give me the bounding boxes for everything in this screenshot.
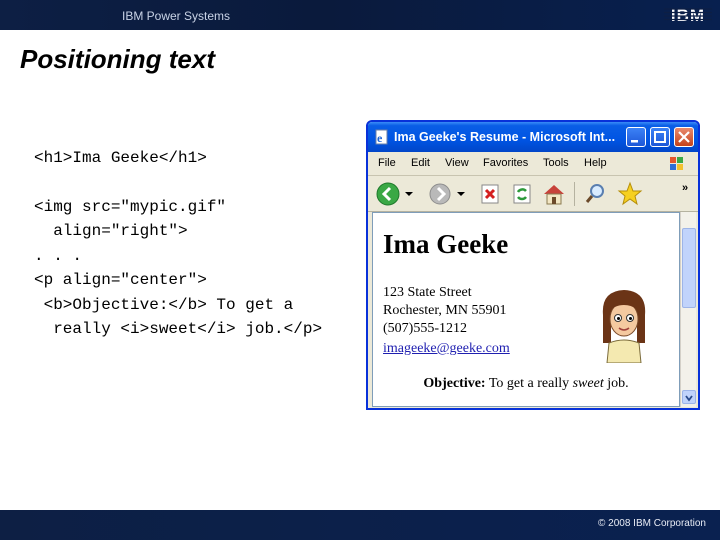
browser-window: e Ima Geeke's Resume - Microsoft Int... … [366,120,700,410]
phone-line: (507)555-1212 [383,321,467,336]
maximize-icon [654,131,666,143]
minimize-icon [631,140,638,143]
minimize-button[interactable] [626,127,646,147]
address-line: 123 State Street [383,285,472,300]
toolbar-divider [574,182,575,206]
code-line: align="right"> [34,222,188,240]
code-line: . . . [34,246,83,265]
ie-page-icon: e [375,129,388,145]
browser-titlebar[interactable]: e Ima Geeke's Resume - Microsoft Int... [368,122,698,152]
home-icon [544,185,564,205]
scroll-down-arrow[interactable] [682,390,696,404]
code-line: really <i>sweet</i> job.</p> [34,320,323,338]
chevron-down-icon[interactable] [456,190,466,198]
bottom-banner: © 2008 IBM Corporation [0,510,720,540]
forward-button[interactable] [426,180,454,208]
objective-label: Objective: [423,376,486,391]
menu-edit[interactable]: Edit [411,157,430,169]
code-line: <p align="center"> [34,271,207,289]
objective-paragraph: Objective: To get a really sweet job. [373,376,679,392]
chevron-down-icon[interactable] [404,190,414,198]
email-link[interactable]: imageeke@geeke.com [383,341,510,357]
objective-text: To get a really [488,376,573,391]
back-icon [376,182,400,206]
svg-text:e: e [377,131,383,145]
windows-flag-icon [670,157,683,170]
code-line: <img src="mypic.gif" [34,197,227,216]
avatar-picture [602,290,646,363]
menu-favorites[interactable]: Favorites [483,157,528,169]
stop-icon [481,184,499,204]
banner-title: IBM Power Systems [122,9,231,23]
close-icon [678,131,690,143]
home-button[interactable] [540,180,568,208]
resume-heading: Ima Geeke [383,229,509,259]
toolbar: » [368,176,698,212]
stop-button[interactable] [476,180,504,208]
menu-view[interactable]: View [445,157,469,169]
menu-file[interactable]: File [378,157,396,169]
menu-help[interactable]: Help [584,157,607,169]
vertical-scrollbar[interactable] [680,212,696,407]
refresh-button[interactable] [508,180,536,208]
code-line: <b>Objective:</b> To get a [34,295,294,314]
code-block: <h1>Ima Geeke</h1> <img src="mypic.gif" … [34,146,364,342]
close-button[interactable] [674,127,694,147]
favorites-star-icon [617,181,643,206]
address-line: Rochester, MN 55901 [383,303,507,318]
back-button[interactable] [374,180,402,208]
refresh-icon [513,184,531,204]
menu-bar: File Edit View Favorites Tools Help [368,152,698,176]
ibm-logo: IBM [664,6,712,25]
maximize-button[interactable] [650,127,670,147]
favorites-button[interactable] [616,180,644,208]
objective-text-end: job. [603,376,629,391]
objective-emphasis: sweet [572,376,604,391]
browser-title: Ima Geeke's Resume - Microsoft Int... [394,130,616,144]
forward-icon [429,183,451,205]
menu-tools[interactable]: Tools [543,157,569,169]
search-button[interactable] [582,180,610,208]
page-content: Ima Geeke 123 State Street Rochester, MN… [372,212,680,407]
scroll-thumb[interactable] [682,228,696,308]
chevron-down-icon [685,395,693,402]
code-line: <h1>Ima Geeke</h1> [34,149,207,167]
search-icon [585,184,604,203]
top-banner: IBM Power Systems IBM [0,0,720,30]
slide-title: Positioning text [20,44,215,74]
copyright-text: © 2008 IBM Corporation [598,518,706,529]
toolbar-overflow-icon[interactable]: » [682,182,688,194]
